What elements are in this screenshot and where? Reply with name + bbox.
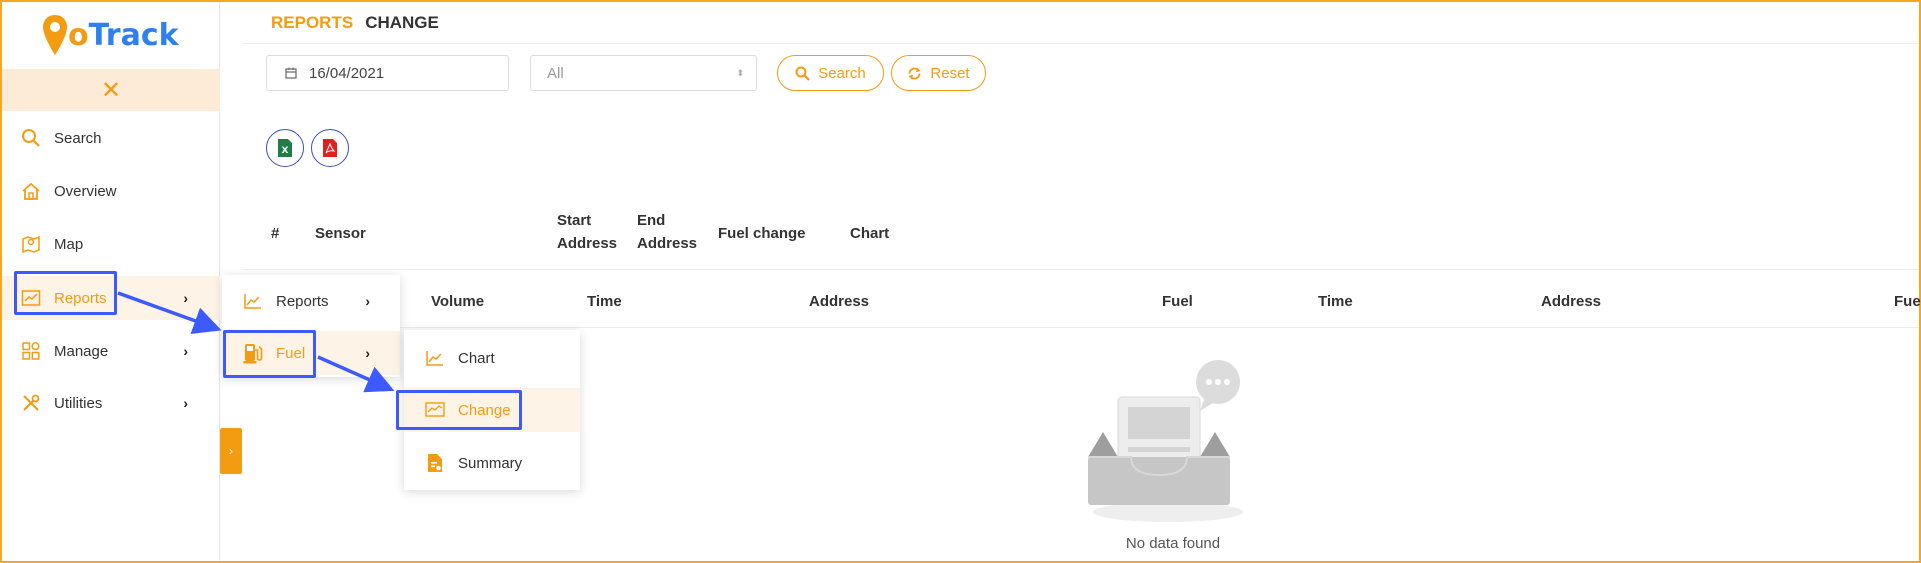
change-highlight-box: [396, 390, 522, 430]
line-chart-icon: [424, 347, 446, 369]
reset-button[interactable]: Reset: [891, 55, 986, 91]
menu-item-reports[interactable]: Reports ›: [222, 279, 400, 323]
sidebar-item-label: Utilities: [54, 394, 103, 412]
sidebar-item-search[interactable]: Search: [2, 116, 220, 160]
column-subheader-volume: Volume: [431, 293, 485, 310]
grid-icon: [20, 340, 42, 362]
chevron-right-icon: ›: [183, 343, 188, 359]
column-header-chart: Chart: [850, 225, 890, 242]
pin-logo-icon: [43, 15, 67, 55]
column-header-end-address: End Address: [637, 212, 698, 252]
chevron-right-icon: ›: [229, 444, 233, 458]
column-subheader-time: Time: [1318, 293, 1353, 310]
sidebar-item-label: Overview: [54, 182, 117, 200]
sidebar-close-button[interactable]: ✕: [2, 69, 220, 111]
column-subheader-address: Address: [1541, 293, 1602, 310]
column-header-sensor: Sensor: [315, 225, 366, 242]
sidebar-item-label: Map: [54, 235, 84, 253]
export-pdf-button[interactable]: [311, 129, 349, 167]
breadcrumb-section[interactable]: REPORTS: [271, 13, 353, 33]
sidebar-item-utilities[interactable]: Utilities ›: [2, 381, 220, 425]
menu-item-label: Chart: [458, 349, 495, 367]
logo-text: Track: [88, 17, 179, 53]
sensor-select[interactable]: All ⬍: [530, 55, 757, 91]
column-subheader-address: Address: [809, 293, 870, 310]
empty-state-text: No data found: [1125, 535, 1221, 552]
reset-button-label: Reset: [930, 64, 970, 82]
breadcrumb: REPORTS CHANGE: [243, 2, 1919, 44]
sidebar-item-map[interactable]: Map: [2, 222, 220, 266]
select-value: All: [547, 64, 564, 82]
column-header-start-address: Start Address: [557, 212, 618, 252]
chevron-right-icon: ›: [183, 290, 188, 306]
svg-text:X: X: [282, 146, 289, 156]
empty-state: No data found: [1073, 357, 1273, 557]
logo-o: o: [68, 17, 89, 53]
close-icon: ✕: [100, 76, 122, 104]
gotrack-logo[interactable]: o Track: [42, 10, 179, 60]
select-arrow-icon: ⬍: [736, 67, 744, 78]
expand-sidebar-tab[interactable]: ›: [220, 428, 242, 474]
calendar-icon: [285, 67, 297, 79]
column-subheader-fuel: Fue: [1894, 293, 1921, 310]
map-icon: [20, 233, 42, 255]
chevron-right-icon: ›: [183, 395, 188, 411]
menu-item-summary[interactable]: Summary: [404, 441, 580, 485]
menu-item-chart[interactable]: Chart: [404, 336, 580, 380]
search-button-label: Search: [818, 64, 866, 82]
menu-item-label: Summary: [458, 454, 523, 472]
line-chart-icon: [242, 290, 264, 312]
table-subheader-row: Volume Time Address Fuel Time Address Fu…: [243, 272, 1921, 328]
search-icon: [795, 66, 811, 81]
pdf-icon: [323, 139, 337, 157]
table-header-row: # Sensor Start Address End Address Fuel …: [243, 197, 1919, 270]
fuel-highlight-box: [223, 330, 316, 378]
date-value: 16/04/2021: [309, 64, 385, 82]
column-header-index: #: [271, 225, 280, 242]
sidebar-item-label: Search: [54, 129, 102, 147]
menu-item-label: Reports: [276, 292, 329, 310]
search-icon: [20, 127, 42, 149]
sidebar-item-overview[interactable]: Overview: [2, 169, 220, 213]
chevron-right-icon: ›: [365, 293, 370, 309]
refresh-icon: [907, 66, 922, 81]
sidebar-item-label: Manage: [54, 342, 109, 360]
excel-icon: X: [278, 139, 292, 157]
chevron-right-icon: ›: [365, 345, 370, 361]
page-title: CHANGE: [365, 12, 439, 32]
column-header-fuel-change: Fuel change: [718, 225, 806, 242]
tools-icon: [20, 392, 42, 414]
search-button[interactable]: Search: [777, 55, 884, 91]
reports-highlight-box: [14, 271, 117, 315]
export-excel-button[interactable]: X: [266, 129, 304, 167]
empty-inbox-icon: [1088, 360, 1243, 522]
date-field[interactable]: 16/04/2021: [266, 55, 509, 91]
sidebar-item-manage[interactable]: Manage ›: [2, 329, 220, 373]
document-icon: [424, 452, 446, 474]
home-icon: [20, 180, 42, 202]
column-subheader-fuel: Fuel: [1162, 293, 1193, 310]
column-subheader-time: Time: [587, 293, 622, 310]
